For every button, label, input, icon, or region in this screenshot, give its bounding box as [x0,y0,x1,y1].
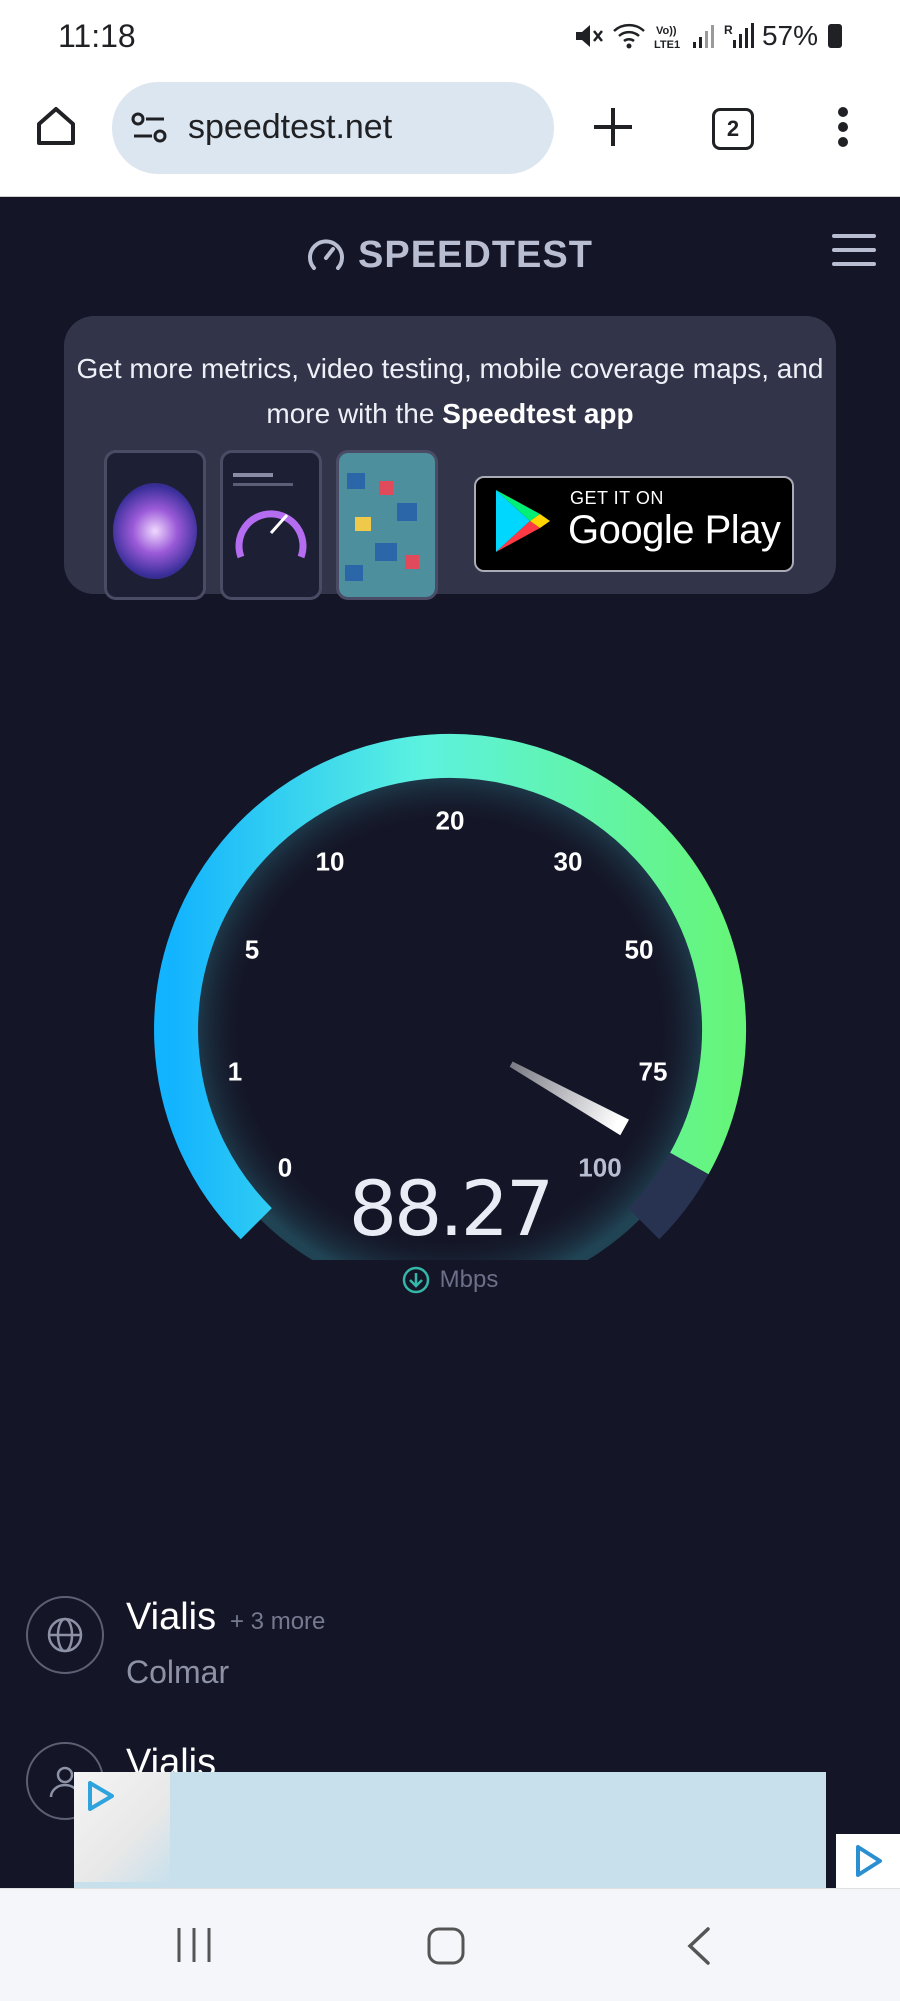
speed-value: 88.27 [348,1164,555,1253]
speedtest-logo-icon [306,236,346,281]
tick-75: 75 [638,1056,668,1087]
volte-icon: Vo)) LTE1 [654,25,680,50]
ad-banner[interactable] [74,1772,826,1888]
globe-icon [47,1617,83,1653]
tick-20: 20 [435,805,465,836]
status-icons: Vo)) LTE1 R 57% [574,20,842,52]
unit-row: Mbps [0,1266,900,1294]
wifi-icon [613,23,645,49]
home-nav-icon[interactable] [426,1926,466,1971]
tick-10: 10 [315,846,345,877]
battery-percent: 57% [761,20,818,51]
mute-icon [575,25,603,47]
google-play-icon [494,488,552,559]
tick-1: 1 [227,1056,243,1087]
svg-text:LTE1: LTE1 [654,39,680,50]
app-screenshot-2 [220,450,322,600]
speed-unit: Mbps [439,1266,499,1293]
new-tab-icon[interactable] [592,106,634,153]
ad-choices-icon[interactable] [84,1780,116,1812]
isp-name[interactable]: Vialis [126,1596,216,1639]
home-icon[interactable] [34,104,78,153]
google-play-small-text: GET IT ON [570,488,664,508]
recent-apps-icon[interactable] [174,1926,214,1969]
google-play-big-text: Google Play [568,508,781,552]
ad-info-button[interactable] [836,1834,900,1888]
site-settings-icon[interactable] [130,110,168,151]
app-screenshot-3 [336,450,438,600]
menu-icon[interactable] [832,234,876,270]
back-icon[interactable] [684,1926,714,1971]
url-text[interactable]: speedtest.net [188,108,392,147]
ad-choices-icon-corner [856,1845,882,1877]
status-time: 11:18 [58,18,136,54]
more-options-icon[interactable] [836,106,850,153]
isp-more-link[interactable]: + 3 more [230,1608,325,1636]
tick-5: 5 [244,934,260,965]
download-icon [402,1266,429,1294]
svg-text:Vo)): Vo)) [656,25,677,37]
battery-icon [828,24,842,48]
promo-text: Get more metrics, video testing, mobile … [76,353,824,429]
svg-text:R: R [724,23,733,37]
isp-globe-button[interactable] [26,1596,104,1674]
signal-icon-2: R [724,23,754,48]
tick-30: 30 [553,846,583,877]
app-screenshot-1 [104,450,206,600]
tick-50: 50 [624,934,654,965]
signal-icon-1 [692,25,714,48]
speedtest-logo[interactable]: SPEEDTEST [358,234,593,277]
isp-location: Colmar [126,1654,230,1690]
tab-switcher-button[interactable]: 2 [712,108,754,150]
